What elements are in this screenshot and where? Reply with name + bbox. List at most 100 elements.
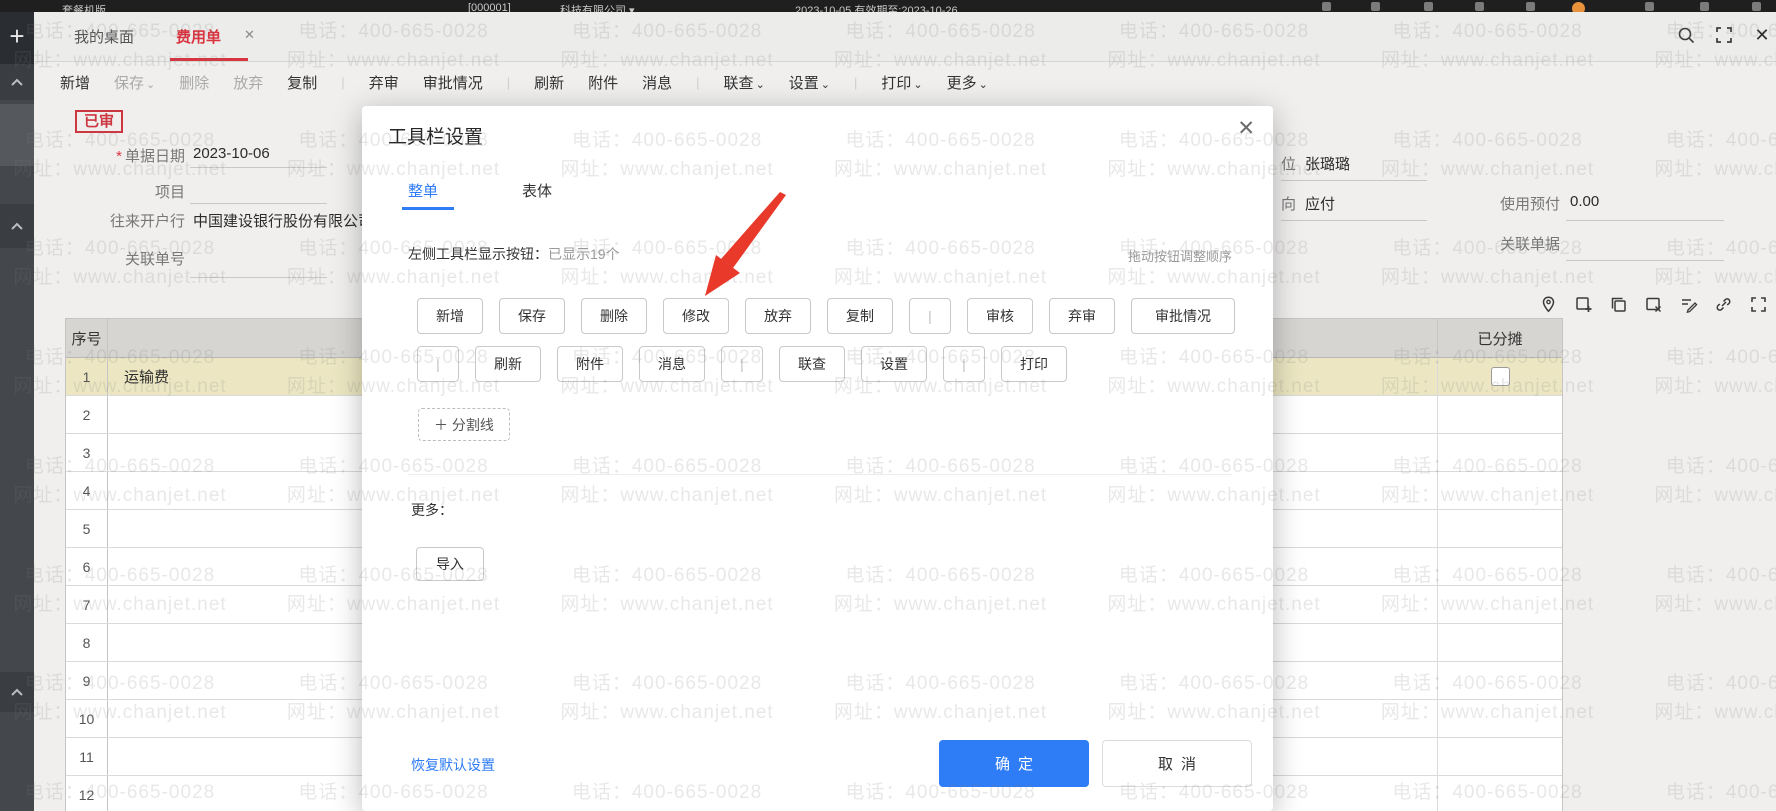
watermark-tile: 电话：400-665-0028网址：www.chanjet.net bbox=[1654, 238, 1776, 289]
avatar[interactable] bbox=[1572, 2, 1585, 12]
draggable-button-copy[interactable]: 复制 bbox=[827, 298, 893, 334]
draggable-button-approve[interactable]: 审核 bbox=[967, 298, 1033, 334]
draggable-divider[interactable]: | bbox=[417, 346, 459, 382]
tab-whole-bill[interactable]: 整单 bbox=[408, 180, 438, 201]
toolbar-button-row-1: 新增 保存 删除 修改 放弃 复制 | 审核 弃审 审批情况 bbox=[417, 298, 1235, 334]
plus-icon: + bbox=[9, 21, 25, 51]
draggable-button-approval-status[interactable]: 审批情况 bbox=[1131, 298, 1235, 334]
allocated-cell bbox=[1438, 358, 1562, 395]
row-seq: 2 bbox=[66, 396, 108, 433]
toolbar-item-linked-query[interactable]: 联查 ⌄ bbox=[724, 72, 765, 93]
watermark-tile: 电话：400-665-0028网址：www.chanjet.net bbox=[1654, 347, 1776, 398]
copy-row-icon[interactable] bbox=[1608, 294, 1628, 314]
draggable-button-message[interactable]: 消息 bbox=[639, 346, 705, 382]
draggable-button-modify[interactable]: 修改 bbox=[663, 298, 729, 334]
toolbar-item-refresh[interactable]: 刷新 bbox=[534, 72, 564, 93]
restore-defaults-link[interactable]: 恢复默认设置 bbox=[411, 755, 495, 775]
chevron-up-icon bbox=[10, 221, 24, 231]
draggable-button-abandon[interactable]: 放弃 bbox=[745, 298, 811, 334]
dialog-close-icon[interactable]: ✕ bbox=[1237, 116, 1255, 141]
topbar-icon[interactable] bbox=[1700, 2, 1709, 11]
allocated-cell bbox=[1438, 510, 1562, 547]
import-button[interactable]: 导入 bbox=[416, 547, 484, 581]
draggable-button-new[interactable]: 新增 bbox=[417, 298, 483, 334]
draggable-button-refresh[interactable]: 刷新 bbox=[475, 346, 541, 382]
tab-my-desktop[interactable]: 我的桌面 bbox=[74, 26, 134, 47]
related-doc-input[interactable] bbox=[1566, 260, 1724, 261]
allocated-cell bbox=[1438, 662, 1562, 699]
allocated-cell bbox=[1438, 396, 1562, 433]
draggable-button-print[interactable]: 打印 bbox=[1001, 346, 1067, 382]
company-name-label[interactable]: 科技有限公司 ▾ bbox=[560, 2, 635, 12]
topbar-icon[interactable] bbox=[1526, 2, 1535, 11]
topbar-icon[interactable] bbox=[1424, 2, 1433, 11]
link-icon[interactable] bbox=[1713, 294, 1733, 314]
row-seq: 6 bbox=[66, 548, 108, 585]
bill-date-label: 单据日期 bbox=[124, 148, 185, 165]
dialog-title: 工具栏设置 bbox=[388, 127, 484, 148]
add-divider-button[interactable]: ＋ 分割线 bbox=[418, 408, 510, 441]
prepaid-underline bbox=[1566, 220, 1724, 221]
topbar-icon[interactable] bbox=[1371, 2, 1380, 11]
allocated-cell bbox=[1438, 776, 1562, 811]
location-pin-icon[interactable] bbox=[1538, 294, 1558, 314]
sidebar-scrollbar-thumb[interactable] bbox=[0, 104, 34, 166]
toolbar-item-message[interactable]: 消息 bbox=[642, 72, 672, 93]
toolbar-item-attachment[interactable]: 附件 bbox=[588, 72, 618, 93]
main-toolbar: 新增 保存 ⌄ 删除 放弃 复制 | 弃审 审批情况 | 刷新 附件 消息 | 联查 ⌄ 设置 ⌄ | 打印 ⌄ 更多 ⌄ bbox=[34, 62, 1776, 102]
bank-value[interactable]: 中国建设银行股份有限公司 bbox=[193, 210, 373, 231]
draggable-button-attachment[interactable]: 附件 bbox=[557, 346, 623, 382]
search-icon[interactable] bbox=[1674, 23, 1698, 47]
draggable-divider[interactable]: | bbox=[943, 346, 985, 382]
draggable-button-settings[interactable]: 设置 bbox=[861, 346, 927, 382]
window-title-bar: 套餐机版 [000001] 科技有限公司 ▾ 2023-10-05 有效期至:2… bbox=[0, 0, 1776, 12]
related-no-input[interactable] bbox=[190, 277, 327, 278]
toolbar-item-more[interactable]: 更多 ⌄ bbox=[947, 72, 988, 93]
toolbar-settings-dialog: 工具栏设置 ✕ 整单 表体 左侧工具栏显示按钮：已显示19个 拖动按钮调整顺序 … bbox=[362, 106, 1273, 811]
draggable-divider[interactable]: | bbox=[909, 298, 951, 334]
allocated-cell bbox=[1438, 738, 1562, 775]
allocated-checkbox[interactable] bbox=[1490, 367, 1510, 386]
topbar-icon[interactable] bbox=[1475, 2, 1484, 11]
insert-row-icon[interactable] bbox=[1573, 294, 1593, 314]
operator-value[interactable]: 张璐璐 bbox=[1305, 153, 1350, 174]
draggable-button-delete[interactable]: 删除 bbox=[581, 298, 647, 334]
help-icon[interactable] bbox=[1645, 2, 1654, 11]
edit-rows-icon[interactable] bbox=[1678, 294, 1698, 314]
toolbar-item-unapprove[interactable]: 弃审 bbox=[369, 72, 399, 93]
tab-expense-bill[interactable]: 费用单 bbox=[176, 26, 221, 47]
row-seq: 10 bbox=[66, 700, 108, 737]
toolbar-item-approval-status[interactable]: 审批情况 bbox=[423, 72, 483, 93]
fullscreen-icon[interactable] bbox=[1748, 294, 1768, 314]
delete-row-icon[interactable] bbox=[1643, 294, 1663, 314]
prepaid-value[interactable]: 0.00 bbox=[1570, 193, 1599, 210]
cancel-button[interactable]: 取消 bbox=[1102, 740, 1252, 787]
col-allocated-header: 已分摊 bbox=[1477, 330, 1523, 348]
draggable-divider[interactable]: | bbox=[721, 346, 763, 382]
close-icon[interactable]: ✕ bbox=[1750, 23, 1774, 47]
draggable-button-save[interactable]: 保存 bbox=[499, 298, 565, 334]
bill-date-value[interactable]: 2023-10-06 bbox=[193, 145, 270, 162]
tab-table-body[interactable]: 表体 bbox=[522, 180, 552, 201]
add-tab-button[interactable]: + bbox=[0, 12, 34, 64]
row-seq: 8 bbox=[66, 624, 108, 661]
collapse-icon[interactable] bbox=[1752, 2, 1761, 11]
payable-value[interactable]: 应付 bbox=[1305, 193, 1335, 214]
row-seq: 11 bbox=[66, 738, 108, 775]
sidebar-scroll-up-button[interactable] bbox=[0, 64, 34, 100]
maximize-icon[interactable] bbox=[1712, 23, 1736, 47]
sidebar-collapse-button[interactable] bbox=[0, 204, 34, 248]
topbar-icon[interactable] bbox=[1322, 2, 1331, 11]
tab-close-icon[interactable]: ✕ bbox=[244, 27, 255, 43]
ok-button[interactable]: 确定 bbox=[939, 740, 1089, 787]
project-label: 项目 bbox=[154, 184, 185, 201]
toolbar-item-copy[interactable]: 复制 bbox=[287, 72, 317, 93]
draggable-button-unapprove[interactable]: 弃审 bbox=[1049, 298, 1115, 334]
toolbar-item-new[interactable]: 新增 bbox=[60, 72, 90, 93]
toolbar-item-print[interactable]: 打印 ⌄ bbox=[881, 72, 922, 93]
sidebar-collapse-bottom-button[interactable] bbox=[0, 672, 34, 712]
project-input[interactable] bbox=[190, 203, 327, 204]
watermark-tile: 电话：400-665-0028网址：www.chanjet.net bbox=[1654, 781, 1776, 811]
draggable-button-linked-query[interactable]: 联查 bbox=[779, 346, 845, 382]
toolbar-item-settings[interactable]: 设置 ⌄ bbox=[789, 72, 830, 93]
